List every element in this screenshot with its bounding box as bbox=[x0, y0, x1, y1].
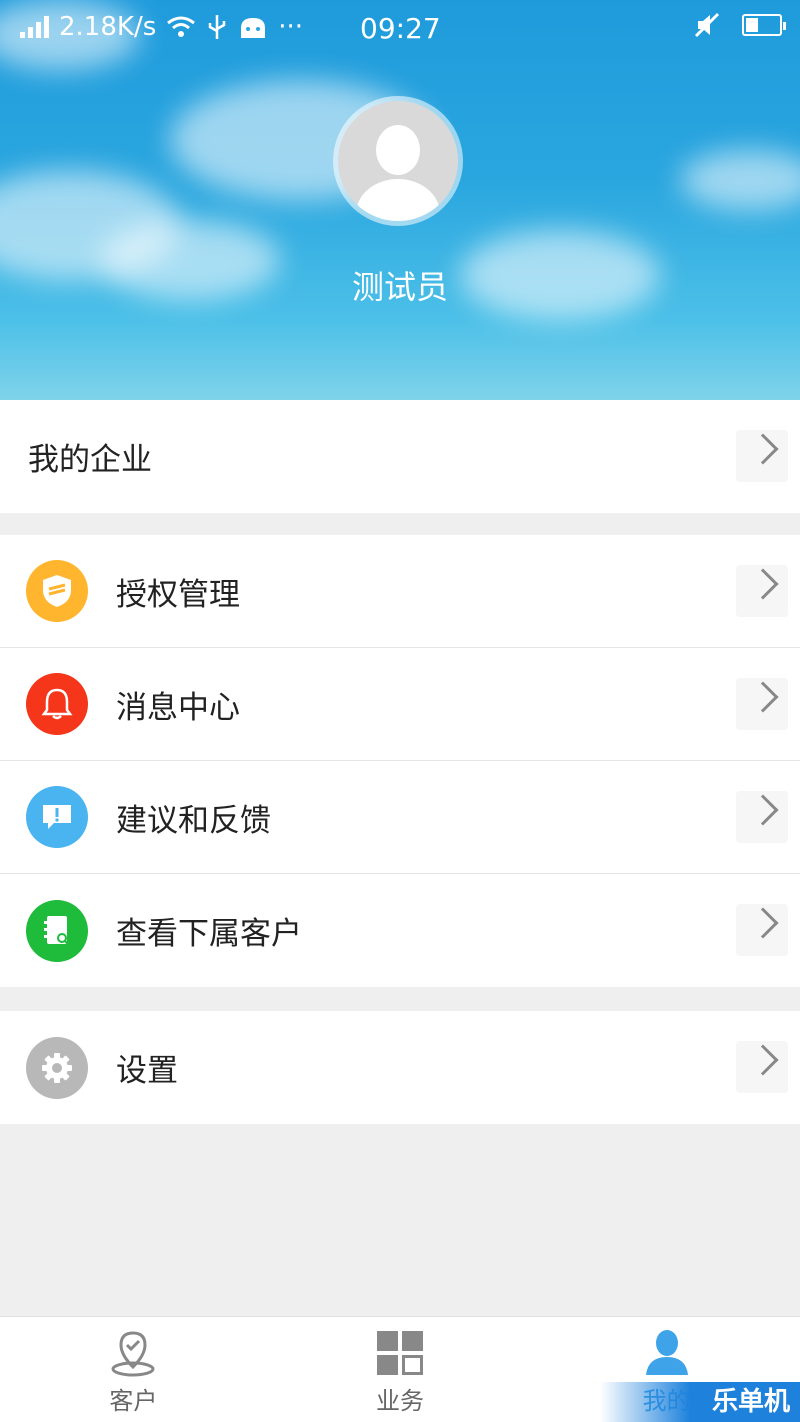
bell-icon bbox=[26, 673, 88, 735]
my-company-row[interactable]: 我的企业 bbox=[0, 400, 800, 513]
settings-section: 设置 bbox=[0, 1011, 800, 1124]
menu-item-label: 授权管理 bbox=[116, 576, 240, 613]
watermark-logo: 乐单机 bbox=[600, 1382, 800, 1422]
clock: 09:27 bbox=[360, 12, 441, 45]
signal-icon bbox=[20, 16, 49, 38]
my-company-label: 我的企业 bbox=[28, 442, 152, 478]
tab-customers[interactable]: 客户 bbox=[0, 1317, 267, 1422]
location-icon bbox=[111, 1331, 155, 1377]
android-icon bbox=[241, 18, 266, 38]
network-speed: 2.18K/s bbox=[59, 12, 157, 42]
menu-item-feedback[interactable]: 建议和反馈 bbox=[0, 761, 800, 874]
battery-icon bbox=[742, 14, 786, 36]
grid-icon bbox=[377, 1331, 423, 1375]
cloud-decoration bbox=[680, 150, 800, 210]
usb-icon bbox=[209, 15, 226, 39]
username: 测试员 bbox=[351, 268, 448, 306]
gear-icon bbox=[26, 1036, 88, 1099]
person-icon bbox=[645, 1330, 688, 1375]
menu-item-label: 查看下属客户 bbox=[116, 916, 302, 952]
menu-section: 授权管理 消息中心 建议和反馈 查看下属客户 bbox=[0, 535, 800, 987]
company-section: 我的企业 bbox=[0, 400, 800, 513]
tab-business[interactable]: 业务 bbox=[267, 1317, 534, 1422]
menu-item-label: 建议和反馈 bbox=[116, 802, 271, 839]
shield-icon bbox=[26, 560, 88, 622]
menu-item-settings[interactable]: 设置 bbox=[0, 1011, 800, 1124]
status-bar: 2.18K/s ··· 09:27 bbox=[0, 0, 800, 58]
feedback-icon bbox=[26, 786, 88, 848]
tab-label: 客户 bbox=[109, 1387, 158, 1415]
mute-icon bbox=[694, 12, 720, 38]
menu-item-subordinate-customers[interactable]: 查看下属客户 bbox=[0, 874, 800, 987]
menu-item-label: 消息中心 bbox=[116, 689, 240, 726]
profile-header: 2.18K/s ··· 09:27 测试员 bbox=[0, 0, 800, 400]
bottom-tab-bar: 客户 业务 我的 乐单机 bbox=[0, 1316, 800, 1422]
avatar[interactable] bbox=[333, 96, 463, 226]
menu-item-messages[interactable]: 消息中心 bbox=[0, 648, 800, 761]
menu-item-authorization[interactable]: 授权管理 bbox=[0, 535, 800, 648]
tab-label: 业务 bbox=[376, 1387, 424, 1415]
contacts-icon bbox=[26, 899, 88, 962]
more-notifications: ··· bbox=[278, 12, 304, 42]
wifi-icon bbox=[167, 16, 196, 37]
settings-label: 设置 bbox=[116, 1053, 178, 1089]
